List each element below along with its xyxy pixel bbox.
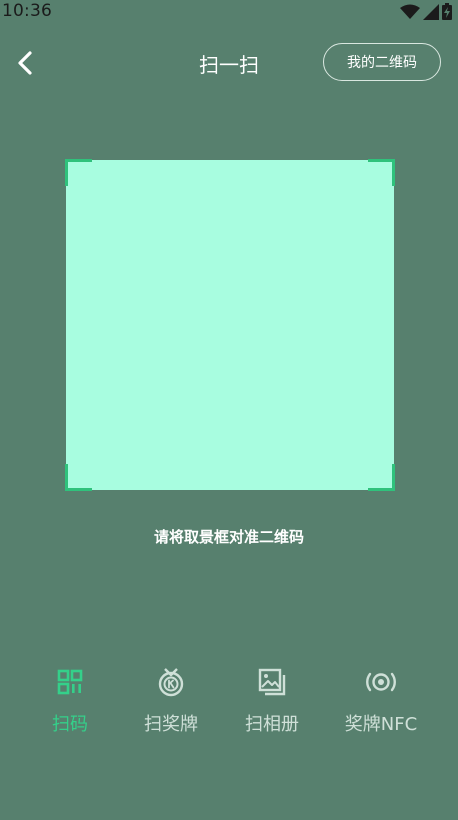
tab-scan-medal[interactable]: 扫奖牌 [121,660,221,740]
tab-scan-code[interactable]: 扫码 [20,660,120,740]
status-icons [400,3,452,24]
qr-grid-icon [57,669,83,695]
header: 扫一扫 我的二维码 [0,40,458,86]
medal-icon [158,668,184,697]
scan-mode-tabs: 扫码 扫奖牌 扫相册 奖牌NFC [0,660,458,740]
status-bar: 10:36 [0,0,458,24]
wifi-icon [400,4,420,24]
tab-label: 扫码 [52,714,88,735]
nfc-icon [366,672,396,692]
status-time: 10:36 [2,1,52,21]
tab-medal-nfc[interactable]: 奖牌NFC [331,660,431,740]
album-icon [258,668,286,696]
scan-corner-bottom-right [368,464,395,491]
tab-label: 扫奖牌 [144,714,198,735]
scan-corner-bottom-left [65,464,92,491]
scan-hint: 请将取景框对准二维码 [153,528,304,546]
tab-scan-album[interactable]: 扫相册 [222,660,322,740]
battery-icon [442,3,452,24]
scan-corner-top-right [368,159,395,186]
signal-icon [423,3,439,24]
scan-frame [65,159,395,491]
tab-label: 奖牌NFC [344,714,418,735]
my-qr-code-button[interactable]: 我的二维码 [323,43,441,81]
scan-corner-top-left [65,159,92,186]
tab-label: 扫相册 [245,714,299,735]
